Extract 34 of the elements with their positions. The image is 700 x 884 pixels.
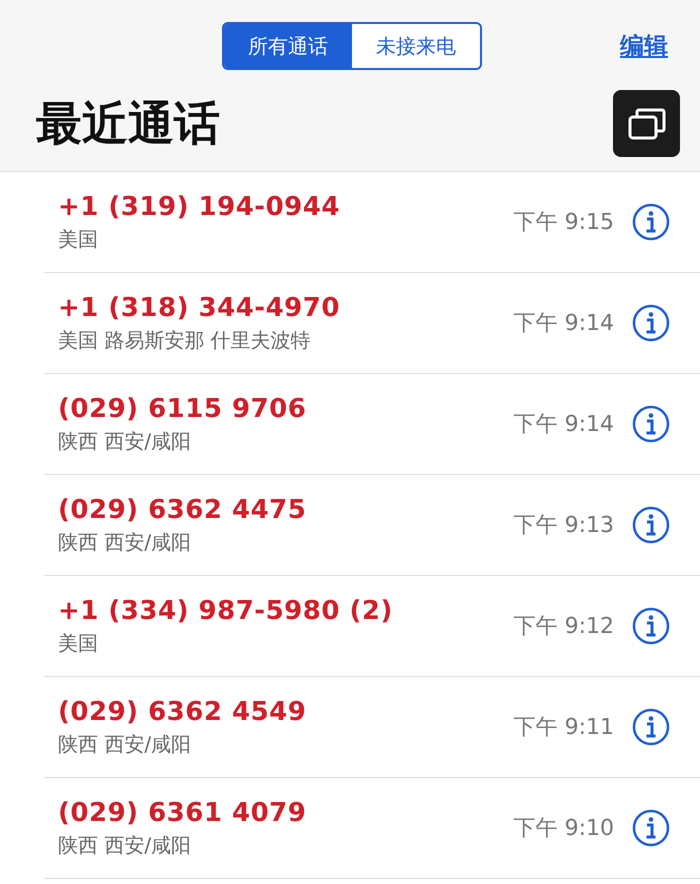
call-time: 下午 9:11: [514, 714, 614, 742]
call-location: 美国 路易斯安那 什里夫波特: [58, 326, 312, 354]
info-icon[interactable]: [632, 506, 670, 544]
page-title: 最近通话: [36, 94, 220, 152]
info-icon[interactable]: [632, 203, 670, 241]
info-icon[interactable]: [632, 708, 670, 746]
call-location: 美国: [58, 630, 99, 656]
call-time: 下午 9:14: [514, 310, 614, 338]
call-time: 下午 9:12: [514, 613, 614, 641]
info-icon[interactable]: [632, 809, 670, 847]
call-location: 陕西 西安/咸阳: [58, 528, 192, 556]
windows-button[interactable]: [613, 90, 680, 157]
segment-tab[interactable]: 所有通话: [224, 24, 352, 68]
phone-number: +1 (334) 987-5980 (2): [58, 596, 394, 626]
phone-number: (029) 6361 4079: [58, 798, 308, 828]
edit-button[interactable]: 编辑: [620, 30, 668, 62]
segment-tab[interactable]: 未接来电: [352, 24, 480, 68]
phone-number: +1 (319) 194-0944: [58, 192, 341, 222]
info-icon[interactable]: [632, 405, 670, 443]
phone-number: (029) 6362 4475: [58, 494, 308, 524]
phone-number: +1 (318) 344-4970: [58, 292, 341, 322]
call-location: 陕西 西安/咸阳: [58, 832, 192, 858]
call-time: 下午 9:15: [514, 209, 614, 237]
call-location: 美国: [58, 226, 99, 252]
call-time: 下午 9:14: [514, 411, 614, 439]
windows-icon: [626, 106, 666, 140]
call-time: 下午 9:13: [514, 512, 614, 540]
call-time: 下午 9:10: [514, 815, 614, 843]
call-location: 陕西 西安/咸阳: [58, 730, 192, 758]
info-icon[interactable]: [632, 607, 670, 645]
info-icon[interactable]: [632, 304, 670, 342]
phone-number: (029) 6115 9706: [58, 394, 308, 424]
call-location: 陕西 西安/咸阳: [58, 428, 192, 454]
phone-number: (029) 6362 4549: [58, 696, 308, 726]
